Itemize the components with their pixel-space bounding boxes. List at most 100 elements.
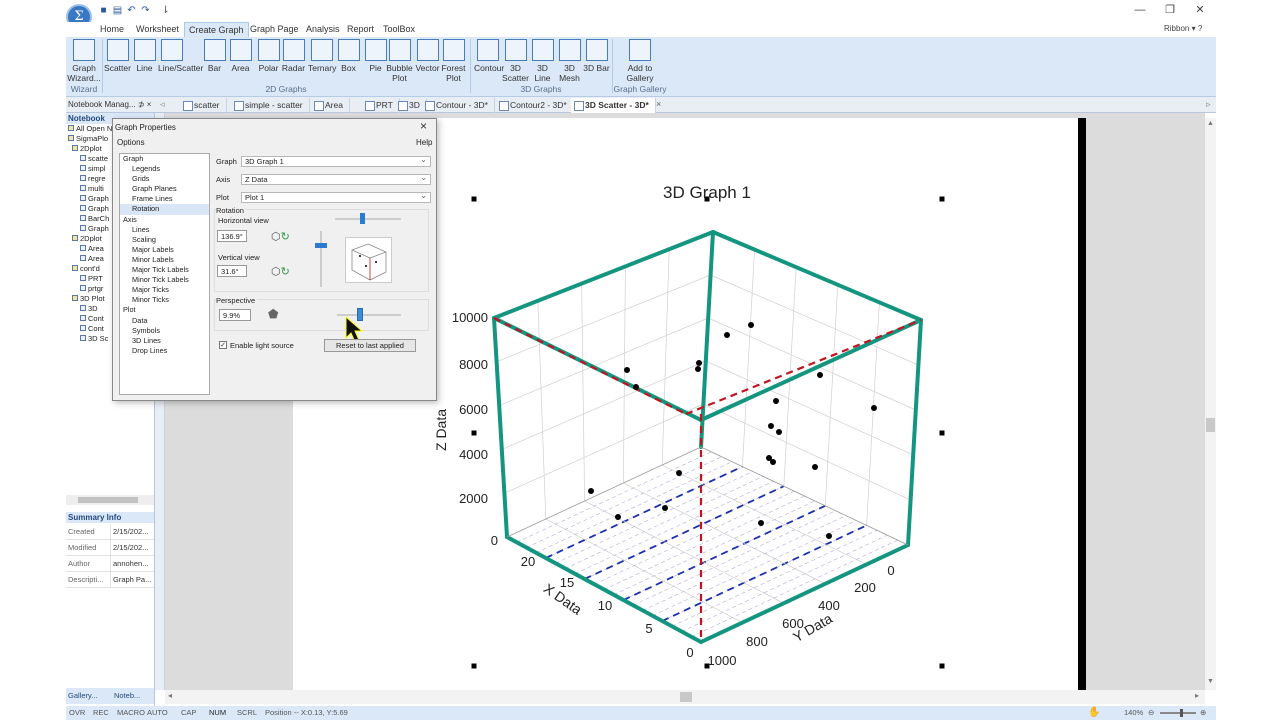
- light-source-checkbox[interactable]: ✓: [219, 341, 227, 349]
- horizontal-view-input[interactable]: 136.9°: [217, 230, 247, 242]
- tree-item-graph[interactable]: Graph: [120, 154, 209, 164]
- rotation-label: Rotation: [216, 206, 246, 215]
- tree-item-major-labels[interactable]: Major Labels: [120, 245, 209, 255]
- data-point[interactable]: [773, 398, 779, 404]
- tree-item-frame-lines[interactable]: Frame Lines: [120, 194, 209, 204]
- tree-item-major-ticks[interactable]: Major Ticks: [120, 285, 209, 295]
- reset-button[interactable]: Reset to last applied: [324, 339, 416, 352]
- perspective-input[interactable]: 9.9%: [219, 309, 251, 321]
- tree-item-3d-lines[interactable]: 3D Lines: [120, 336, 209, 346]
- perspective-label: Perspective: [216, 296, 258, 305]
- data-point[interactable]: [615, 514, 621, 520]
- vertical-slider-thumb[interactable]: [315, 242, 327, 248]
- status-cap: CAP: [181, 708, 197, 717]
- tree-item-graph-planes[interactable]: Graph Planes: [120, 184, 209, 194]
- data-point[interactable]: [758, 520, 764, 526]
- x-tick-label: 10: [598, 598, 612, 613]
- vertical-slider-track[interactable]: [315, 231, 327, 287]
- selection-handle[interactable]: [939, 663, 945, 669]
- data-point[interactable]: [748, 322, 754, 328]
- z-axis-title[interactable]: Z Data: [433, 409, 449, 451]
- frame-edge: [492, 230, 715, 320]
- tree-item-minor-ticks[interactable]: Minor Ticks: [120, 295, 209, 305]
- options-label[interactable]: Options: [117, 138, 145, 147]
- vertical-view-input[interactable]: 31.6°: [217, 265, 247, 277]
- plot-select[interactable]: Plot 1: [241, 191, 431, 203]
- cube-rotate-h-icon[interactable]: ⬡↻: [271, 230, 290, 243]
- z-tick-label: 2000: [459, 491, 488, 506]
- perspective-cube-icon[interactable]: ⬟: [268, 307, 278, 321]
- data-point[interactable]: [817, 372, 823, 378]
- right-wall-grid-line: [705, 360, 914, 456]
- data-point[interactable]: [588, 488, 594, 494]
- z-axis-tick-labels: 0 2000 4000 6000 8000 10000: [452, 310, 498, 548]
- zoom-slider-thumb[interactable]: [1180, 709, 1183, 717]
- dialog-close-icon[interactable]: ×: [420, 119, 427, 133]
- status-ovr: OVR: [69, 708, 86, 717]
- zoom-in-icon[interactable]: ⊕: [1200, 706, 1206, 720]
- data-point[interactable]: [770, 459, 776, 465]
- tree-item-drop-lines[interactable]: Drop Lines: [120, 346, 209, 356]
- selection-handle[interactable]: [939, 430, 945, 436]
- right-wall-grid-line: [824, 284, 839, 506]
- data-point[interactable]: [676, 470, 682, 476]
- data-point[interactable]: [624, 367, 630, 373]
- help-link[interactable]: Help: [416, 138, 432, 147]
- tree-item-minor-labels[interactable]: Minor Labels: [120, 255, 209, 265]
- frame-edge: [906, 318, 923, 547]
- data-point[interactable]: [696, 360, 702, 366]
- selection-handle[interactable]: [939, 196, 945, 202]
- data-point[interactable]: [768, 423, 774, 429]
- tree-item-rotation[interactable]: Rotation: [120, 204, 209, 215]
- data-point[interactable]: [662, 505, 668, 511]
- tree-item-scaling[interactable]: Scaling: [120, 235, 209, 245]
- horizontal-slider-thumb[interactable]: [360, 213, 366, 224]
- tree-item-data[interactable]: Data: [120, 316, 209, 326]
- data-point[interactable]: [633, 384, 639, 390]
- tree-item-minor-tick-labels[interactable]: Minor Tick Labels: [120, 275, 209, 285]
- graph-title[interactable]: 3D Graph 1: [663, 183, 751, 202]
- selection-handle[interactable]: [471, 196, 477, 202]
- x-tick-label: 5: [645, 621, 652, 636]
- data-point[interactable]: [812, 464, 818, 470]
- axis-select-label: Axis: [216, 175, 231, 184]
- data-point[interactable]: [724, 332, 730, 338]
- frame-edge: [492, 316, 703, 422]
- right-wall-grid-line: [866, 302, 880, 526]
- selection-handle[interactable]: [471, 430, 477, 436]
- x-axis-tick-labels: 05101520: [521, 554, 694, 660]
- floor-grid-line: [613, 500, 815, 596]
- tree-item-lines[interactable]: Lines: [120, 225, 209, 235]
- tree-item-axis[interactable]: Axis: [120, 215, 209, 225]
- left-wall-grid-line: [661, 249, 670, 466]
- axis-select[interactable]: Z Data: [241, 173, 431, 185]
- floor-grid-line: [535, 461, 733, 554]
- cube-rotate-v-icon[interactable]: ⬡↻: [271, 265, 290, 278]
- graph-select[interactable]: 3D Graph 1: [241, 155, 431, 167]
- frame-edge: [492, 316, 509, 539]
- zoom-slider[interactable]: [1160, 709, 1196, 717]
- tree-item-grids[interactable]: Grids: [120, 174, 209, 184]
- floor-grid-line: [574, 481, 774, 575]
- data-point[interactable]: [776, 429, 782, 435]
- zoom-level: 140%: [1124, 708, 1144, 717]
- status-num: NUM: [209, 708, 227, 717]
- tree-item-legends[interactable]: Legends: [120, 164, 209, 174]
- zoom-out-icon[interactable]: ⊖: [1148, 706, 1154, 720]
- tree-item-symbols[interactable]: Symbols: [120, 326, 209, 336]
- data-point[interactable]: [871, 405, 877, 411]
- z-tick-label: 0: [491, 533, 498, 548]
- selection-handle[interactable]: [471, 663, 477, 669]
- data-point[interactable]: [695, 366, 701, 372]
- tree-item-major-tick-labels[interactable]: Major Tick Labels: [120, 265, 209, 275]
- tree-item-plot[interactable]: Plot: [120, 305, 209, 315]
- hand-tool-icon[interactable]: ✋: [1088, 706, 1100, 720]
- graph-properties-dialog: Graph Properties × Options Help Graph Leg…: [112, 118, 437, 401]
- horizontal-slider-track[interactable]: [335, 213, 401, 224]
- light-source-label: Enable light source: [230, 341, 294, 350]
- data-point[interactable]: [826, 533, 832, 539]
- x-tick-label: 20: [521, 554, 535, 569]
- floor-grid-line: [594, 490, 795, 585]
- floor-grid-line: [516, 451, 712, 543]
- x-tick-label: 0: [686, 645, 693, 660]
